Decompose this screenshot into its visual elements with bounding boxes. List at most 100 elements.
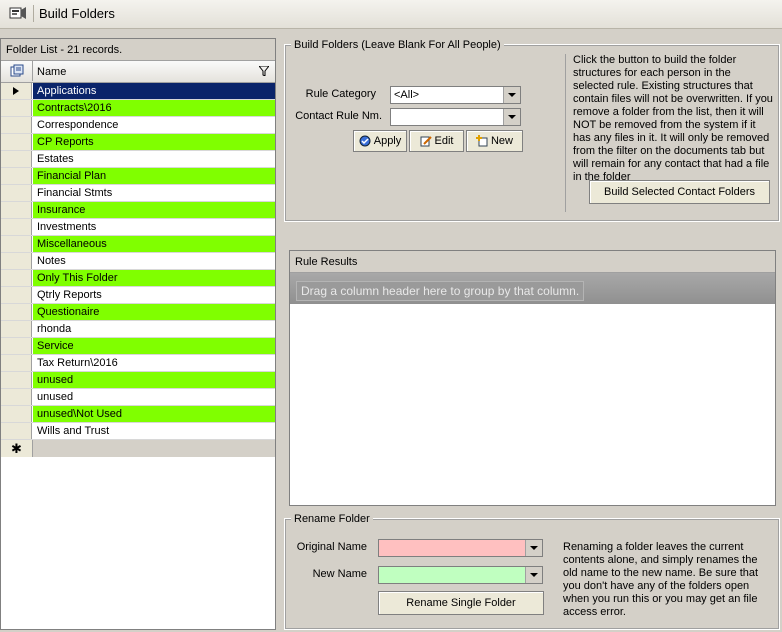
chevron-down-icon[interactable]	[525, 540, 542, 556]
row-selector[interactable]	[1, 406, 32, 422]
row-selector[interactable]	[1, 236, 32, 252]
rule-results-title: Rule Results	[295, 256, 358, 268]
folder-row[interactable]: Estates	[1, 151, 275, 168]
folder-row[interactable]: Tax Return\2016	[1, 355, 275, 372]
folder-row[interactable]: Notes	[1, 253, 275, 270]
folder-row[interactable]: Contracts\2016	[1, 100, 275, 117]
folder-name-cell[interactable]: Contracts\2016	[33, 100, 275, 116]
folder-name-cell[interactable]: CP Reports	[33, 134, 275, 150]
new-name-select[interactable]	[378, 566, 543, 584]
folder-row[interactable]: Qtrly Reports	[1, 287, 275, 304]
folder-row[interactable]: Investments	[1, 219, 275, 236]
group-by-panel[interactable]: Drag a column header here to group by th…	[290, 273, 775, 304]
row-selector[interactable]	[1, 321, 32, 337]
row-selector[interactable]	[1, 151, 32, 167]
folder-name-cell[interactable]: rhonda	[33, 321, 275, 337]
build-divider	[565, 54, 566, 212]
folder-grid-column-header: Name	[1, 61, 275, 83]
folder-row[interactable]: Questionaire	[1, 304, 275, 321]
folder-name-cell[interactable]: Financial Plan	[33, 168, 275, 184]
folder-name-cell[interactable]: Financial Stmts	[33, 185, 275, 201]
rename-help-text: Renaming a folder leaves the current con…	[563, 541, 759, 618]
folder-name-cell[interactable]: Correspondence	[33, 117, 275, 133]
row-selector[interactable]	[1, 304, 32, 320]
new-row[interactable]: ✱	[1, 440, 275, 457]
folder-name-cell[interactable]: Miscellaneous	[33, 236, 275, 252]
row-selector[interactable]	[1, 202, 32, 218]
folder-row[interactable]: Correspondence	[1, 117, 275, 134]
chevron-down-icon[interactable]	[525, 567, 542, 583]
apply-label: Apply	[373, 135, 402, 147]
row-selector[interactable]	[1, 219, 32, 235]
build-selected-contact-folders-button[interactable]: Build Selected Contact Folders	[589, 180, 770, 204]
edit-button[interactable]: Edit	[409, 130, 464, 152]
folder-build-icon	[9, 7, 26, 19]
chevron-down-icon[interactable]	[503, 87, 520, 103]
rule-category-select[interactable]: <All>	[390, 86, 521, 104]
row-selector[interactable]	[1, 100, 32, 116]
group-by-hint: Drag a column header here to group by th…	[296, 281, 585, 301]
rule-results-header: Rule Results	[290, 251, 775, 273]
row-selector[interactable]	[1, 355, 32, 371]
folder-name-cell[interactable]: Only This Folder	[33, 270, 275, 286]
name-column-header[interactable]: Name	[37, 66, 66, 78]
folder-name-cell[interactable]: Service	[33, 338, 275, 354]
build-folders-group-title: Build Folders (Leave Blank For All Peopl…	[291, 39, 504, 51]
column-chooser-button[interactable]	[1, 61, 33, 81]
folder-name-cell[interactable]: Investments	[33, 219, 275, 235]
column-chooser-icon	[10, 64, 24, 77]
folder-row[interactable]: Only This Folder	[1, 270, 275, 287]
folder-row[interactable]: Insurance	[1, 202, 275, 219]
folder-row[interactable]: CP Reports	[1, 134, 275, 151]
new-label: New	[490, 135, 513, 147]
row-selector[interactable]	[1, 287, 32, 303]
folder-name-cell[interactable]: Tax Return\2016	[33, 355, 275, 371]
new-button[interactable]: New	[466, 130, 523, 152]
row-selector[interactable]	[1, 83, 32, 99]
folder-name-cell[interactable]: Estates	[33, 151, 275, 167]
contact-rule-select[interactable]	[390, 108, 521, 126]
folder-row[interactable]: unused	[1, 372, 275, 389]
folder-row[interactable]: unused\Not Used	[1, 406, 275, 423]
build-help-text: Click the button to build the folder str…	[573, 54, 773, 183]
row-selector[interactable]	[1, 389, 32, 405]
folder-list-header: Folder List - 21 records.	[1, 39, 275, 61]
folder-name-cell[interactable]: Qtrly Reports	[33, 287, 275, 303]
folder-row[interactable]: Financial Plan	[1, 168, 275, 185]
folder-name-cell[interactable]: Questionaire	[33, 304, 275, 320]
folder-name-cell[interactable]: unused\Not Used	[33, 406, 275, 422]
row-selector[interactable]	[1, 253, 32, 269]
folder-name-cell[interactable]: Notes	[33, 253, 275, 269]
row-selector[interactable]	[1, 134, 32, 150]
folder-name-cell[interactable]: Insurance	[33, 202, 275, 218]
folder-row[interactable]: Financial Stmts	[1, 185, 275, 202]
folder-name-cell[interactable]: Applications	[33, 83, 275, 99]
folder-name-cell[interactable]: unused	[33, 372, 275, 388]
folder-row[interactable]: Miscellaneous	[1, 236, 275, 253]
folder-row[interactable]: rhonda	[1, 321, 275, 338]
rule-category-value: <All>	[394, 89, 420, 101]
chevron-down-icon[interactable]	[503, 109, 520, 125]
folder-row[interactable]: Applications	[1, 83, 275, 100]
folder-row[interactable]: unused	[1, 389, 275, 406]
row-selector[interactable]	[1, 117, 32, 133]
folder-name-cell[interactable]: unused	[33, 389, 275, 405]
row-selector[interactable]	[1, 338, 32, 354]
folder-name-cell[interactable]: Wills and Trust	[33, 423, 275, 439]
row-selector[interactable]	[1, 372, 32, 388]
rule-results-grid: Rule Results Drag a column header here t…	[289, 250, 776, 506]
new-row-marker: ✱	[1, 440, 33, 457]
row-selector[interactable]	[1, 423, 32, 439]
folder-row[interactable]: Wills and Trust	[1, 423, 275, 440]
edit-icon	[420, 136, 432, 147]
rename-single-folder-button[interactable]: Rename Single Folder	[378, 591, 544, 615]
row-selector[interactable]	[1, 185, 32, 201]
filter-icon[interactable]	[259, 66, 269, 76]
row-selector[interactable]	[1, 168, 32, 184]
original-name-select[interactable]	[378, 539, 543, 557]
folder-row[interactable]: Service	[1, 338, 275, 355]
current-row-arrow-icon	[13, 87, 19, 95]
row-selector[interactable]	[1, 270, 32, 286]
contact-rule-label: Contact Rule Nm.	[295, 110, 382, 122]
apply-button[interactable]: Apply	[353, 130, 407, 152]
